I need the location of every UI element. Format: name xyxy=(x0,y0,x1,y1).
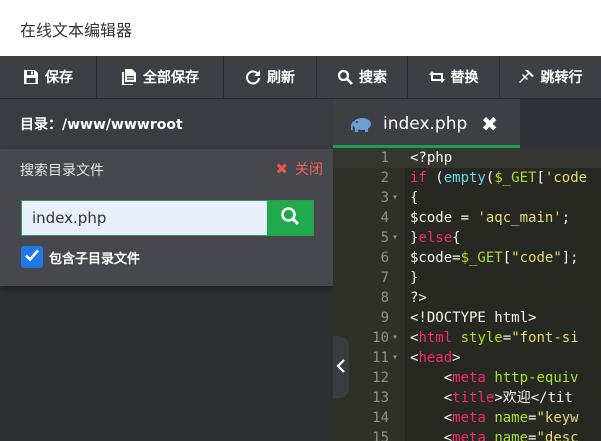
code-line[interactable]: 10 ▾ <html style="font-si xyxy=(333,328,601,348)
close-icon: ✖ xyxy=(275,160,288,178)
code-line[interactable]: 5 ▾ }else{ xyxy=(333,228,601,248)
save-all-button[interactable]: 全部保存 xyxy=(97,56,224,98)
code-text: $code=$_GET["code"]; xyxy=(410,250,579,266)
code-line[interactable]: 1 <?php xyxy=(333,148,601,168)
code-editor: index.php ✖ 1 <?php 2 if (empty($_GET['code… xyxy=(333,99,601,441)
save-button-label: 保存 xyxy=(45,70,73,86)
refresh-button-label: 刷新 xyxy=(267,70,295,86)
close-search-button[interactable]: ✖ 关闭 xyxy=(275,159,323,179)
refresh-icon xyxy=(245,69,261,85)
code-text: <meta http-equiv xyxy=(410,370,579,386)
code-text: { xyxy=(410,190,419,206)
replace-button[interactable]: 替换 xyxy=(408,56,500,98)
fold-arrow-icon[interactable]: ▾ xyxy=(392,328,402,348)
code-line[interactable]: 12 <meta http-equiv xyxy=(333,368,601,388)
code-line[interactable]: 3 ▾ { xyxy=(333,188,601,208)
collapse-sidebar-handle[interactable] xyxy=(333,336,349,398)
tab-index-php[interactable]: index.php ✖ xyxy=(333,99,520,148)
code-text: <html style="font-si xyxy=(410,330,579,346)
line-number: 3 xyxy=(380,190,389,206)
toolbar: 保存 全部保存 刷新 搜索 替换 跳转行 xyxy=(0,56,601,99)
refresh-button[interactable]: 刷新 xyxy=(224,56,317,98)
line-number: 2 xyxy=(380,170,389,186)
code-line[interactable]: 8 ?> xyxy=(333,288,601,308)
close-search-label: 关闭 xyxy=(295,162,323,178)
close-tab-icon[interactable]: ✖ xyxy=(481,112,498,136)
include-subdirs-checkbox[interactable] xyxy=(21,246,43,268)
jump-line-icon xyxy=(518,69,535,85)
line-number: 15 xyxy=(372,430,389,441)
code-text: ?> xyxy=(410,290,427,306)
code-line[interactable]: 9 <!DOCTYPE html> xyxy=(333,308,601,328)
line-number: 7 xyxy=(380,270,389,286)
code-area[interactable]: 1 <?php 2 if (empty($_GET['code 3 ▾{4 $code = … xyxy=(333,148,601,441)
search-icon xyxy=(280,206,300,230)
code-text: <meta name="desc xyxy=(410,430,579,441)
directory-path: 目录：/www/wwwroot xyxy=(0,99,333,149)
code-line[interactable]: 6 $code=$_GET["code"]; xyxy=(333,248,601,268)
replace-icon xyxy=(428,69,445,85)
window-titlebar: 在线文本编辑器 xyxy=(0,0,601,57)
fold-arrow-icon[interactable]: ▾ xyxy=(392,348,402,368)
include-subdirs-label: 包含子目录文件 xyxy=(49,251,141,267)
window-title: 在线文本编辑器 xyxy=(20,21,133,40)
fold-arrow-icon[interactable]: ▾ xyxy=(392,188,402,208)
save-button[interactable]: 保存 xyxy=(0,56,97,98)
code-line[interactable]: 11 ▾ <head> xyxy=(333,348,601,368)
code-line[interactable]: 7} xyxy=(333,268,601,288)
code-text: } xyxy=(410,270,419,286)
code-text: $code = 'aqc_main'; xyxy=(410,210,571,226)
code-line[interactable]: 2 if (empty($_GET['code xyxy=(333,168,601,188)
line-number: 9 xyxy=(380,310,389,326)
include-subdirs-option[interactable]: 包含子目录文件 xyxy=(21,246,140,268)
line-number: 1 xyxy=(380,150,389,166)
code-text: if (empty($_GET['code xyxy=(410,170,588,186)
jump-line-button-label: 跳转行 xyxy=(540,70,583,86)
php-elephant-icon xyxy=(350,116,373,132)
code-text: <meta name="keyw xyxy=(410,410,579,426)
code-text: <!DOCTYPE html> xyxy=(410,310,537,326)
search-icon xyxy=(337,69,353,85)
code-text: <?php xyxy=(410,150,453,166)
file-sidebar: 目录：/www/wwwroot 搜索目录文件 ✖ 关闭 包含子目录文件 xyxy=(0,99,333,441)
line-number: 14 xyxy=(372,410,389,426)
code-text: <head> xyxy=(410,350,461,366)
directory-search-panel: 搜索目录文件 ✖ 关闭 包含子目录文件 xyxy=(0,149,333,286)
save-icon xyxy=(23,69,39,85)
save-all-icon xyxy=(121,69,137,85)
code-line[interactable]: 14 <meta name="keyw xyxy=(333,408,601,428)
checkmark-icon xyxy=(24,247,40,267)
save-all-button-label: 全部保存 xyxy=(143,70,199,86)
editor-tabbar: index.php ✖ xyxy=(333,99,601,148)
line-number: 6 xyxy=(380,250,389,266)
search-submit-button[interactable] xyxy=(267,201,313,235)
search-box xyxy=(21,200,314,236)
line-number: 8 xyxy=(380,290,389,306)
fold-arrow-icon[interactable]: ▾ xyxy=(392,228,402,248)
line-number: 4 xyxy=(380,210,389,226)
code-line[interactable]: 13 <title>欢迎</tit xyxy=(333,388,601,408)
search-button-label: 搜索 xyxy=(359,70,387,86)
search-button[interactable]: 搜索 xyxy=(317,56,408,98)
code-line[interactable]: 15 <meta name="desc xyxy=(333,428,601,441)
code-text: <title>欢迎</tit xyxy=(410,390,573,406)
search-input[interactable] xyxy=(22,201,267,235)
code-line[interactable]: 4 $code = 'aqc_main'; xyxy=(333,208,601,228)
search-panel-title: 搜索目录文件 xyxy=(20,163,104,179)
code-text: }else{ xyxy=(410,230,461,246)
replace-button-label: 替换 xyxy=(450,70,479,86)
line-number: 5 xyxy=(380,230,389,246)
jump-line-button[interactable]: 跳转行 xyxy=(500,56,601,98)
tab-filename: index.php xyxy=(383,113,468,134)
chevron-left-icon xyxy=(336,358,346,377)
